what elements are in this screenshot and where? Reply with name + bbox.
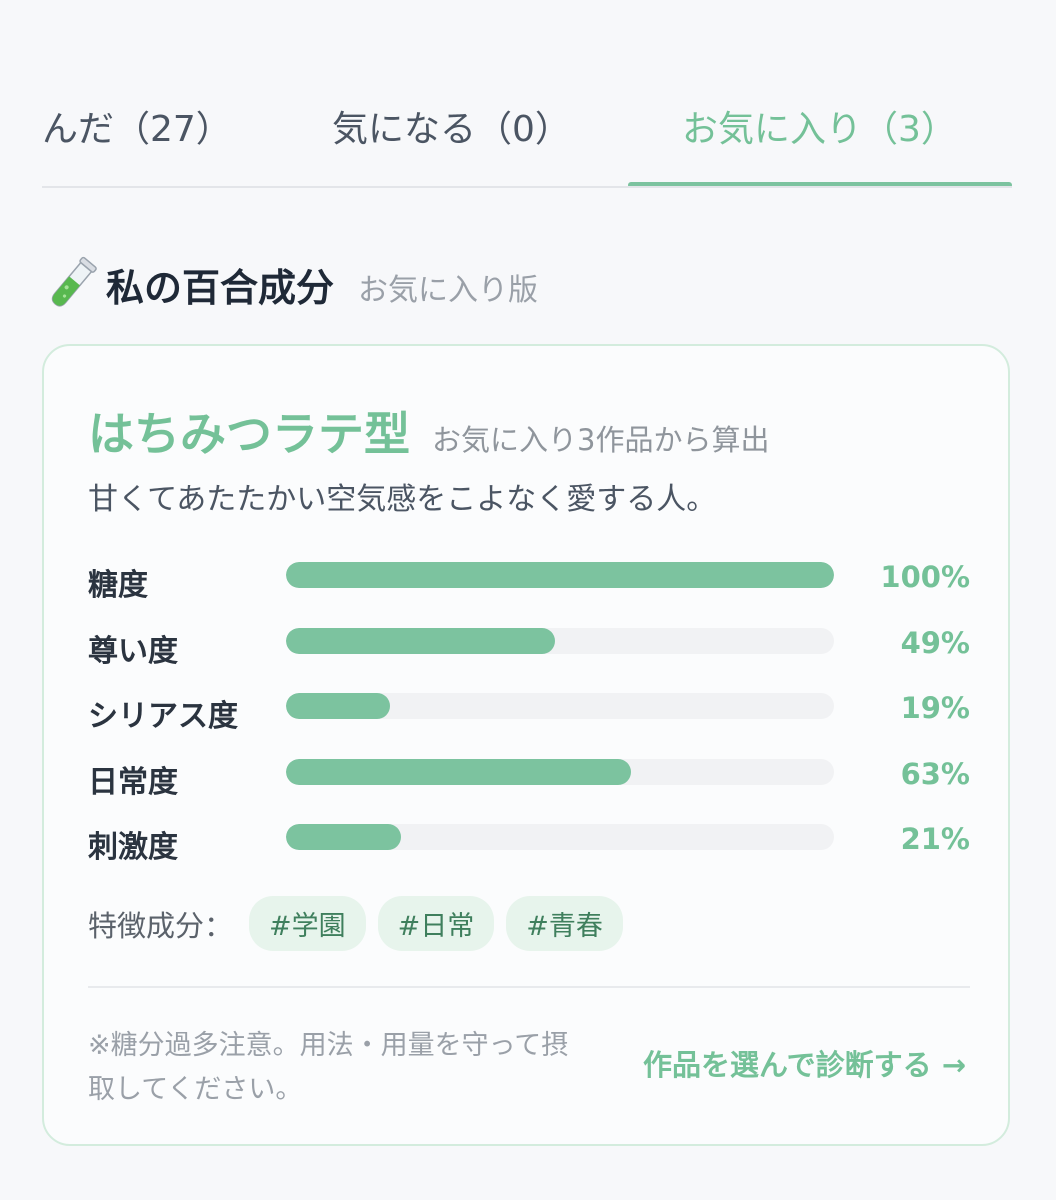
page: んだ（27） 気になる（0） お気に入り（3） 私の百合成分 お気に入り版 はち… [0, 0, 1056, 1200]
stat-bar-fill [286, 562, 834, 588]
stat-value: 63% [900, 756, 970, 791]
diagnosis-card: はちみつラテ型 お気に入り3作品から算出 甘くてあたたかい空気感をこよなく愛する… [42, 344, 1010, 1146]
type-description: 甘くてあたたかい空気感をこよなく愛する人。 [88, 482, 717, 517]
stat-bar-track [286, 693, 834, 719]
tab-favorites[interactable]: お気に入り（3） [682, 100, 957, 152]
stat-label: 日常度 [88, 764, 178, 800]
stat-bar-track [286, 758, 834, 785]
stat-bar-fill [286, 824, 402, 850]
type-name: はちみつラテ型 [88, 407, 410, 461]
stat-label: 刺激度 [88, 830, 178, 865]
stat-bar-track [286, 627, 834, 654]
tab-read[interactable]: んだ（27） [42, 100, 232, 152]
section-subtitle: お気に入り版 [358, 273, 539, 308]
stat-bar-track [286, 824, 834, 850]
active-tab-indicator [628, 182, 1012, 186]
stat-row: 糖度 100% [88, 552, 970, 618]
tab-interested[interactable]: 気になる（0） [332, 100, 571, 152]
type-source: お気に入り3作品から算出 [432, 423, 770, 457]
disclaimer: ※糖分過多注意。用法・用量を守って摂取してください。 [88, 1030, 569, 1105]
stat-row: 日常度 63% [88, 749, 970, 815]
test-tube-icon [51, 256, 97, 307]
stat-value: 21% [900, 822, 970, 856]
stat-label: 尊い度 [88, 633, 178, 669]
stat-row: 刺激度 21% [88, 814, 970, 880]
divider [88, 986, 970, 988]
stat-bar-fill [286, 627, 555, 654]
stat-label: 糖度 [88, 568, 148, 603]
trait-tag[interactable]: #青春 [506, 896, 623, 951]
section-title: 私の百合成分 [106, 265, 335, 310]
traits-label: 特徴成分： [88, 908, 234, 943]
tab-bar: んだ（27） 気になる（0） お気に入り（3） [42, 70, 1012, 188]
trait-tag[interactable]: #学園 [249, 896, 366, 951]
stat-label: シリアス度 [88, 699, 238, 734]
stat-bar-track [286, 562, 834, 588]
stat-bar-fill [286, 693, 391, 719]
stat-value: 100% [880, 560, 970, 594]
trait-tag[interactable]: #日常 [377, 896, 495, 951]
stat-bar-fill [286, 758, 632, 785]
stat-row: シリアス度 19% [88, 683, 970, 749]
section-heading: 私の百合成分 お気に入り版 [44, 254, 538, 314]
type-row: はちみつラテ型 お気に入り3作品から算出 [88, 398, 769, 464]
stats-list: 糖度 100% 尊い度 49% シリアス度 19% 日常度 63% 刺激度 21… [88, 552, 970, 880]
stat-value: 19% [900, 691, 970, 725]
diagnose-link[interactable]: 作品を選んで診断する → [643, 1042, 966, 1084]
traits-row: 特徴成分： #学園 #日常 #青春 [88, 896, 635, 951]
stat-row: 尊い度 49% [88, 618, 970, 684]
stat-value: 49% [900, 625, 970, 660]
